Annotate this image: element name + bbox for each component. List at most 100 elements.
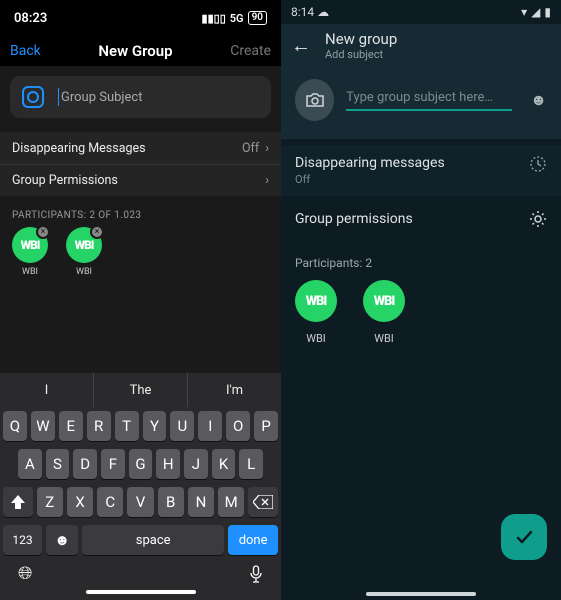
shift-key[interactable] [3, 487, 33, 517]
emoji-icon[interactable]: ☻ [530, 90, 547, 110]
participant-chip[interactable]: WBI × WBI [12, 227, 48, 277]
mic-icon[interactable] [249, 565, 263, 583]
participant-name: WBI [374, 332, 394, 345]
backspace-key[interactable] [248, 487, 278, 517]
group-subject-input[interactable] [58, 88, 259, 106]
page-title: New Group [98, 42, 172, 60]
disappearing-messages-row[interactable]: Disappearing Messages Off › [0, 132, 281, 164]
status-bar: 08:23 ▮▮▯▯ 5G 90 [0, 0, 281, 36]
chevron-right-icon: › [265, 141, 269, 156]
keyboard-bottom: 🌐︎ [0, 559, 281, 586]
remove-icon[interactable]: × [36, 225, 50, 239]
participants-header: Participants: 2 [295, 256, 547, 270]
network-label: 5G [230, 12, 244, 25]
suggestion[interactable]: I [0, 373, 94, 407]
status-bar: 8:14 ☁ ▾ ◢ ▮ [281, 0, 561, 24]
camera-icon[interactable] [22, 86, 44, 108]
numbers-key[interactable]: 123 [3, 525, 42, 555]
key-row: ZXCVBNM [0, 483, 281, 521]
gear-icon [529, 210, 547, 228]
page-subtitle: Add subject [325, 48, 397, 61]
key-x[interactable]: X [67, 487, 93, 517]
home-indicator[interactable] [366, 592, 476, 596]
battery-icon: ▮ [544, 5, 551, 19]
key-i[interactable]: I [198, 411, 222, 441]
group-permissions-row[interactable]: Group permissions [281, 196, 561, 242]
nav-bar: Back New Group Create [0, 36, 281, 66]
battery-indicator: 90 [248, 11, 267, 25]
clock: 8:14 [291, 5, 314, 19]
key-v[interactable]: V [127, 487, 153, 517]
row-label: Group Permissions [12, 173, 118, 188]
key-q[interactable]: Q [3, 411, 27, 441]
participants-header: PARTICIPANTS: 2 OF 1.023 [12, 210, 269, 221]
wifi-icon: ▾ [521, 5, 527, 19]
participant-name: WBI [306, 332, 326, 345]
disappearing-messages-row[interactable]: Disappearing messages Off [281, 145, 561, 196]
keyboard: I The I'm QWERTYUIOP ASDFGHJKL ZXCVBNM 1… [0, 373, 281, 600]
participants-list: WBI × WBI WBI × WBI [0, 227, 281, 277]
participant-chip[interactable]: WBI WBI [363, 280, 405, 345]
key-t[interactable]: T [115, 411, 139, 441]
android-screen: 8:14 ☁ ▾ ◢ ▮ ← New group Add subject ☻ D… [281, 0, 561, 600]
key-h[interactable]: H [156, 449, 180, 479]
key-c[interactable]: C [97, 487, 123, 517]
key-a[interactable]: A [18, 449, 42, 479]
home-indicator[interactable] [86, 590, 196, 594]
row-label: Disappearing Messages [12, 141, 146, 156]
row-value: Off [242, 141, 259, 156]
globe-icon[interactable]: 🌐︎ [18, 563, 32, 584]
done-key[interactable]: done [228, 525, 278, 555]
camera-icon[interactable] [295, 79, 334, 121]
key-k[interactable]: K [212, 449, 236, 479]
participant-name: WBI [22, 267, 38, 277]
key-l[interactable]: L [239, 449, 263, 479]
key-o[interactable]: O [226, 411, 250, 441]
suggestion-bar: I The I'm [0, 373, 281, 407]
back-button[interactable]: Back [10, 43, 41, 59]
key-p[interactable]: P [254, 411, 278, 441]
emoji-key[interactable]: ☻ [46, 525, 78, 555]
key-e[interactable]: E [59, 411, 83, 441]
cloud-icon: ☁ [317, 5, 329, 19]
key-n[interactable]: N [188, 487, 214, 517]
key-u[interactable]: U [170, 411, 194, 441]
key-b[interactable]: B [158, 487, 184, 517]
key-row: QWERTYUIOP [0, 407, 281, 445]
confirm-fab[interactable] [501, 514, 547, 560]
create-button[interactable]: Create [230, 43, 271, 59]
avatar: WBI [295, 280, 337, 322]
timer-icon [529, 155, 547, 173]
page-title: New group [325, 30, 397, 48]
group-permissions-row[interactable]: Group Permissions › [0, 164, 281, 196]
group-subject-row: ☻ [281, 71, 561, 139]
suggestion[interactable]: The [94, 373, 188, 407]
remove-icon[interactable]: × [90, 225, 104, 239]
back-button[interactable]: ← [291, 33, 311, 58]
signal-icon: ◢ [531, 5, 540, 19]
key-y[interactable]: Y [143, 411, 167, 441]
chevron-right-icon: › [265, 173, 269, 188]
group-subject-row [10, 76, 271, 118]
key-j[interactable]: J [184, 449, 208, 479]
row-label: Group permissions [295, 211, 413, 227]
key-z[interactable]: Z [37, 487, 63, 517]
key-row: ASDFGHJKL [0, 445, 281, 483]
key-m[interactable]: M [218, 487, 244, 517]
key-row: 123 ☻ space done [0, 521, 281, 559]
participant-chip[interactable]: WBI WBI [295, 280, 337, 345]
row-value: Off [295, 173, 445, 186]
key-s[interactable]: S [46, 449, 70, 479]
key-r[interactable]: R [87, 411, 111, 441]
participant-name: WBI [76, 267, 92, 277]
avatar: WBI [363, 280, 405, 322]
space-key[interactable]: space [82, 525, 224, 555]
group-subject-input[interactable] [346, 90, 512, 111]
key-g[interactable]: G [129, 449, 153, 479]
key-w[interactable]: W [31, 411, 55, 441]
suggestion[interactable]: I'm [188, 373, 281, 407]
key-d[interactable]: D [73, 449, 97, 479]
key-f[interactable]: F [101, 449, 125, 479]
signal-icon: ▮▮▯▯ [202, 12, 226, 25]
participant-chip[interactable]: WBI × WBI [66, 227, 102, 277]
